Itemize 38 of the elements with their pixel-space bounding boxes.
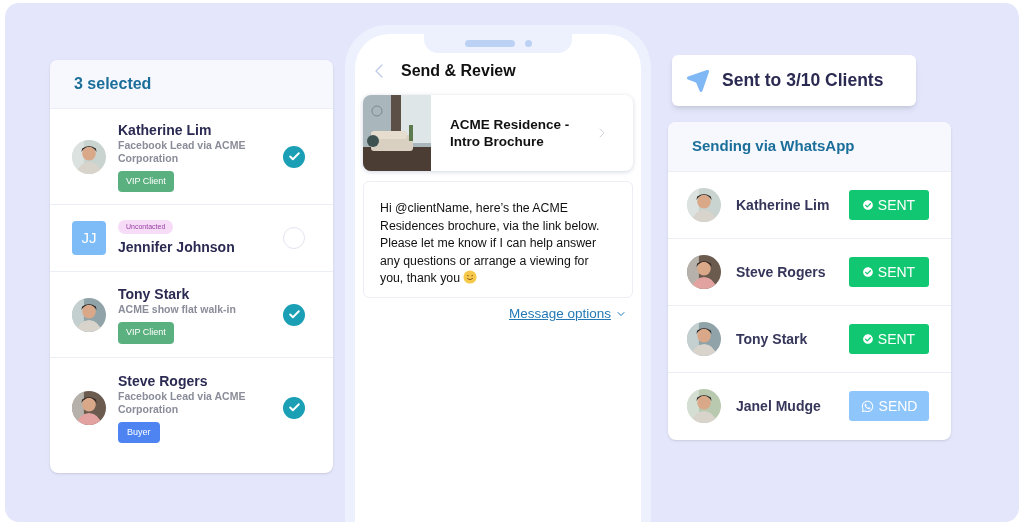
send-status-button[interactable]: SENT: [849, 257, 929, 287]
recipient-name: Katherine Lim: [736, 195, 831, 215]
client-subtitle: Facebook Lead via ACME Corporation: [118, 389, 247, 416]
initials-avatar: JJ: [72, 221, 106, 255]
client-name: Steve Rogers: [118, 371, 209, 390]
client-tag: VIP Client: [118, 322, 174, 344]
brochure-title: ACME Residence - Intro Brochure: [450, 116, 571, 150]
paper-plane-icon: [686, 68, 710, 93]
select-checkbox[interactable]: [283, 396, 305, 419]
recipient-name: Steve Rogers: [736, 262, 827, 282]
send-status-button[interactable]: SENT: [849, 190, 929, 220]
client-subtitle: Facebook Lead via ACME Corporation: [118, 138, 247, 165]
screen-title: Send & Review: [401, 61, 516, 81]
message-box[interactable]: Hi @clientName, here’s the ACME Residences brochure, via the link below. Please let me know if I can help answer any questions or arrange a viewing for you, thank you: [363, 181, 633, 298]
select-checkbox[interactable]: [283, 303, 305, 326]
select-checkbox[interactable]: [283, 227, 305, 249]
check-icon: [287, 150, 301, 163]
recipient-name: Janel Mudge: [736, 396, 822, 416]
whatsapp-icon: [860, 399, 874, 413]
selection-count: 3 selected: [74, 74, 152, 94]
select-checkbox[interactable]: [283, 145, 305, 168]
client-subtitle: ACME show flat walk-in: [118, 303, 237, 317]
client-tag: Buyer: [118, 421, 160, 444]
send-status-button[interactable]: SENT: [849, 324, 929, 354]
client-name: Katherine Lim: [118, 120, 213, 139]
client-name: Tony Stark: [118, 285, 191, 304]
send-status-button[interactable]: SEND: [849, 391, 929, 421]
message-options-link[interactable]: Message options: [508, 304, 611, 325]
client-tag: VIP Client: [118, 170, 174, 193]
sent-summary: Sent to 3/10 Clients: [722, 69, 884, 93]
check-icon: [287, 401, 301, 414]
brochure-card[interactable]: ACME Residence - Intro Brochure: [363, 95, 633, 171]
sending-title: Sending via WhatsApp: [692, 136, 855, 157]
smiley-icon: [463, 270, 478, 284]
message-text: Hi @clientName, here’s the ACME Residences brochure, via the link below. Please let me know if I can help answer any questions or arrange a viewing for you, thank you: [380, 200, 601, 287]
check-icon: [287, 308, 301, 321]
client-name: Jennifer Johnson: [118, 238, 236, 257]
recipient-name: Tony Stark: [736, 329, 809, 349]
